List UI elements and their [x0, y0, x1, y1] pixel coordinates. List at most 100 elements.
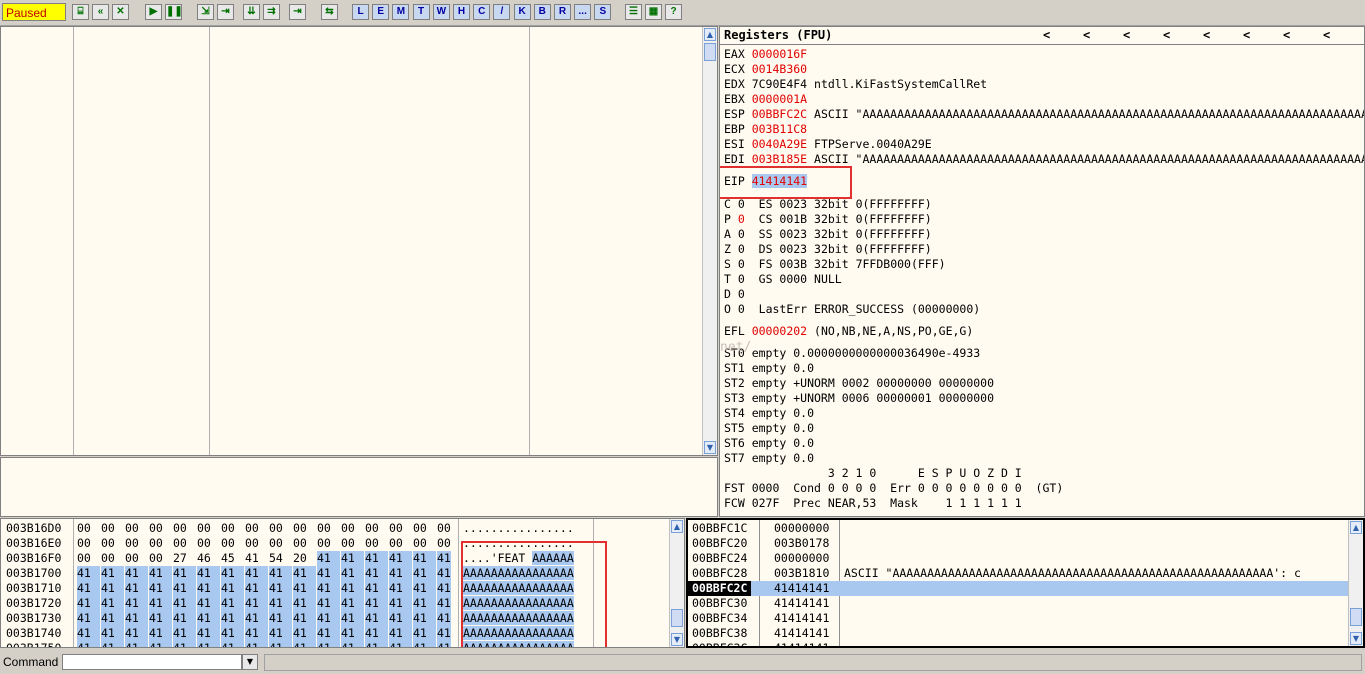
dump-byte[interactable]: 00 [341, 536, 355, 551]
register-row[interactable]: EDI 003B185E ASCII "AAAAAAAAAAAAAAAAAAAA… [724, 152, 1364, 167]
dump-byte[interactable]: 46 [197, 551, 211, 566]
dump-byte[interactable]: 41 [269, 611, 292, 626]
dump-byte[interactable]: 41 [149, 626, 172, 641]
info-panel[interactable] [0, 457, 718, 517]
register-value[interactable]: 0000016F [752, 47, 807, 61]
register-row[interactable]: 3 2 1 0 E S P U O Z D I [724, 466, 1022, 481]
dump-byte[interactable]: 41 [125, 641, 148, 647]
fpu-register[interactable]: ST3 empty +UNORM 0006 00000001 00000000 [724, 391, 994, 405]
dump-byte[interactable]: 41 [437, 566, 451, 581]
dump-byte[interactable]: 41 [389, 641, 412, 647]
scroll-up-icon[interactable]: ▲ [1350, 521, 1362, 534]
dump-address[interactable]: 003B1730 [6, 611, 61, 626]
dump-byte[interactable]: 41 [101, 566, 124, 581]
dump-byte[interactable]: 41 [365, 626, 388, 641]
dump-byte[interactable]: 41 [245, 581, 268, 596]
dump-byte[interactable]: 41 [221, 566, 244, 581]
dump-byte[interactable]: 00 [341, 521, 355, 536]
stack-row[interactable]: 00BBFC38 41414141 [688, 626, 1348, 641]
dump-byte[interactable]: 41 [221, 581, 244, 596]
dump-byte[interactable]: 41 [245, 566, 268, 581]
dump-byte[interactable]: 41 [101, 611, 124, 626]
dump-byte[interactable]: 41 [269, 626, 292, 641]
register-nav-arrow[interactable]: < [1163, 27, 1170, 44]
dump-byte[interactable]: 41 [389, 566, 412, 581]
window-button-2[interactable]: M [392, 4, 410, 20]
register-row[interactable]: ST5 empty 0.0 [724, 421, 814, 436]
step-into-button[interactable]: ⇲ [197, 4, 214, 20]
register-row[interactable]: T 0 GS 0000 NULL [724, 272, 842, 287]
dump-byte[interactable]: 41 [77, 581, 100, 596]
help-icon[interactable]: ? [665, 4, 682, 20]
dump-byte[interactable]: 00 [413, 521, 427, 536]
dump-byte[interactable]: 41 [125, 581, 148, 596]
dump-byte[interactable]: 41 [149, 641, 172, 647]
window-button-3[interactable]: T [412, 4, 430, 20]
dump-byte[interactable]: 41 [389, 596, 412, 611]
register-row[interactable]: ST0 empty 0.0000000000000036490e-4933 [724, 346, 980, 361]
dump-byte[interactable]: 41 [293, 566, 316, 581]
scroll-thumb[interactable] [704, 43, 716, 61]
register-nav-arrow[interactable]: < [1283, 27, 1290, 44]
dump-byte[interactable]: 41 [125, 566, 148, 581]
register-row[interactable]: ST7 empty 0.0 [724, 451, 814, 466]
dump-byte[interactable]: 41 [125, 626, 148, 641]
dump-byte[interactable]: 41 [173, 596, 196, 611]
dump-byte[interactable]: 41 [101, 641, 124, 647]
scroll-up-icon[interactable]: ▲ [704, 28, 716, 41]
registers-header[interactable]: Registers (FPU) < < < < < < < < [720, 27, 1364, 45]
register-value[interactable]: 0040A29E [752, 137, 807, 151]
stack-address[interactable]: 00BBFC28 [692, 566, 747, 581]
efl-value[interactable]: 00000202 [752, 324, 807, 338]
dump-byte[interactable]: 41 [149, 566, 172, 581]
window-button-1[interactable]: E [372, 4, 390, 20]
dump-byte[interactable]: 41 [245, 611, 268, 626]
dump-byte[interactable]: 00 [389, 521, 403, 536]
register-row[interactable]: EAX 0000016F [724, 47, 807, 62]
stack-address[interactable]: 00BBFC30 [692, 596, 747, 611]
dump-byte[interactable]: 41 [437, 626, 451, 641]
dump-byte[interactable]: 41 [77, 566, 100, 581]
disassembly-panel[interactable]: ▲ ▼ [0, 26, 718, 456]
dump-byte[interactable]: 41 [437, 581, 451, 596]
dump-byte[interactable]: 00 [437, 536, 451, 551]
stack-address[interactable]: 00BBFC3C [692, 641, 747, 646]
window-button-8[interactable]: K [513, 4, 531, 20]
stack-value[interactable]: 003B0178 [774, 536, 829, 551]
dump-byte[interactable]: 00 [125, 551, 139, 566]
dump-byte[interactable]: 41 [149, 611, 172, 626]
dump-byte[interactable]: 41 [125, 596, 148, 611]
register-row[interactable]: EBX 0000001A [724, 92, 807, 107]
register-row[interactable]: EBP 003B11C8 [724, 122, 807, 137]
window-button-9[interactable]: B [533, 4, 551, 20]
step-over-button[interactable]: ⇥ [217, 4, 234, 20]
dump-address[interactable]: 003B1710 [6, 581, 61, 596]
registers-panel[interactable]: Registers (FPU) < < < < < < < < EAX 0000016F ECX … [719, 26, 1365, 517]
dump-byte[interactable]: 41 [293, 596, 316, 611]
dump-byte[interactable]: 41 [245, 596, 268, 611]
dump-byte[interactable]: 41 [173, 581, 196, 596]
flag-bit[interactable]: 0 [738, 197, 745, 211]
stack-value[interactable]: 41414141 [774, 641, 829, 646]
grid-icon[interactable]: ▦ [645, 4, 662, 20]
dump-byte[interactable]: 00 [221, 536, 235, 551]
dump-byte[interactable]: 41 [437, 596, 451, 611]
stack-value[interactable]: 41414141 [774, 596, 829, 611]
dump-byte[interactable]: 41 [341, 566, 364, 581]
dump-byte[interactable]: 00 [293, 521, 307, 536]
dump-byte[interactable]: 41 [197, 611, 220, 626]
trace-into-button[interactable]: ⇊ [243, 4, 260, 20]
register-row[interactable]: A 0 SS 0023 32bit 0(FFFFFFFF) [724, 227, 932, 242]
register-nav-arrow[interactable]: < [1083, 27, 1090, 44]
memory-dump-panel[interactable]: 003B16D0 00 00 00 00 00 00 00 00 00 00 00 00 00 00 00 00… [0, 518, 685, 648]
dump-byte[interactable]: 41 [413, 566, 436, 581]
register-row[interactable]: EDX 7C90E4F4 ntdll.KiFastSystemCallRet [724, 77, 987, 92]
dump-byte[interactable]: 41 [365, 596, 388, 611]
dump-byte[interactable]: 41 [413, 641, 436, 647]
dump-byte[interactable]: 41 [413, 551, 436, 566]
dump-byte[interactable]: 41 [389, 611, 412, 626]
stack-row[interactable]: 00BBFC30 41414141 [688, 596, 1348, 611]
stack-row[interactable]: 00BBFC3C 41414141 [688, 641, 1348, 646]
disasm-scrollbar[interactable]: ▲ ▼ [702, 27, 717, 455]
dump-byte[interactable]: 41 [365, 611, 388, 626]
